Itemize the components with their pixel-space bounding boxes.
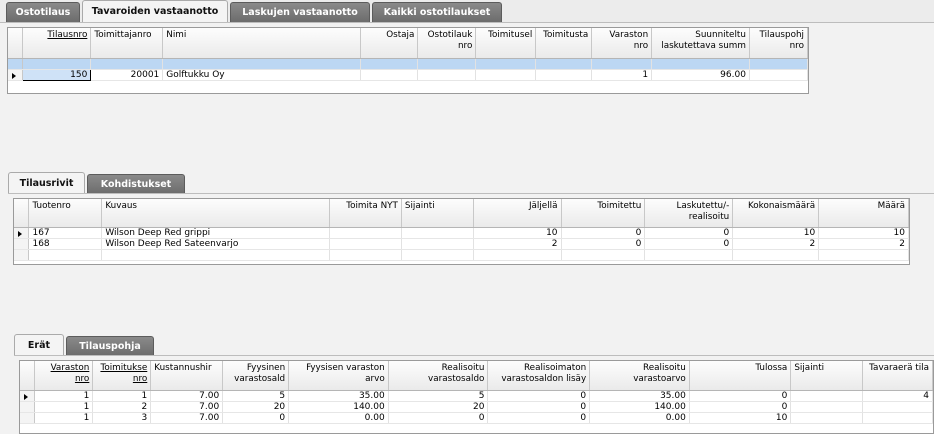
col-sijainti[interactable]: Sijainti	[790, 361, 864, 391]
col-kuvaus[interactable]: Kuvaus	[101, 199, 330, 228]
col-laskutettu[interactable]: Laskutettu/- realisoitu	[644, 199, 734, 228]
col-tilauspohj-nro[interactable]: Tilauspohj nro	[749, 28, 808, 59]
col-toimitus-nro[interactable]: Toimitukse nro	[92, 361, 152, 391]
row-pointer-icon	[20, 390, 36, 402]
col-jaljella[interactable]: Jäljellä	[473, 199, 562, 228]
table-row[interactable]: 167 Wilson Deep Red grippi 10 0 0 10 10	[14, 227, 909, 239]
col-sijainti[interactable]: Sijainti	[401, 199, 474, 228]
col-varaston-nro[interactable]: Varaston nro	[591, 28, 653, 59]
row-pointer-icon	[14, 227, 30, 239]
col-realisoitu-saldo[interactable]: Realisoitu varastosaldo	[388, 361, 489, 391]
col-tavaraera-tila[interactable]: Tavaraerä tila	[862, 361, 933, 391]
table-row[interactable]: 150 20001 Golftukku Oy 1 96.00	[8, 68, 808, 81]
tab-kaikki-ostotilaukset[interactable]: Kaikki ostotilaukset	[372, 2, 502, 22]
col-realisoitu-arvo[interactable]: Realisoitu varastoarvo	[589, 361, 690, 391]
col-ostaja[interactable]: Ostaja	[360, 28, 419, 59]
row-pointer-icon	[8, 69, 24, 81]
col-tuotenro[interactable]: Tuotenro	[28, 199, 103, 228]
table-row[interactable]: 168 Wilson Deep Red Sateenvarjo 2 0 0 2 …	[14, 238, 909, 250]
col-maara[interactable]: Määrä	[818, 199, 909, 228]
tab-tilauspohja[interactable]: Tilauspohja	[66, 336, 154, 356]
col-toimittajanro[interactable]: Toimittajanro	[90, 28, 164, 59]
col-tulossa[interactable]: Tulossa	[689, 361, 792, 391]
col-suunniteltu-summa[interactable]: Suunniteltu laskutettava summ	[651, 28, 750, 59]
orders-grid[interactable]: Tilausnro Toimittajanro Nimi Ostaja Osto…	[7, 27, 809, 94]
tab-erat[interactable]: Erät	[14, 334, 64, 356]
table-row[interactable]: 1 1 7.00 5 35.00 5 0 35.00 0 4	[20, 390, 933, 402]
tab-laskujen-vastaanotto[interactable]: Laskujen vastaanotto	[230, 2, 370, 22]
col-toimitusta[interactable]: Toimitusta	[535, 28, 593, 59]
col-toimita-nyt[interactable]: Toimita NYT	[329, 199, 402, 228]
tab-kohdistukset[interactable]: Kohdistukset	[87, 174, 185, 194]
col-kustannushinta[interactable]: Kustannushir	[150, 361, 224, 391]
col-nimi[interactable]: Nimi	[162, 28, 361, 59]
main-tabstrip: Ostotilaus Tavaroiden vastaanotto Laskuj…	[6, 0, 504, 22]
cell-tilausnro[interactable]: 150	[22, 68, 92, 81]
table-row[interactable]: 1 3 7.00 0 0.00 0 0 0.00 10	[20, 412, 933, 424]
col-realisoimaton-lisays[interactable]: Realisoimaton varastosaldon lisäy	[487, 361, 591, 391]
lots-grid[interactable]: Varaston nro Toimitukse nro Kustannushir…	[19, 360, 934, 434]
table-row[interactable]: 1 2 7.00 20 140.00 20 0 140.00 0	[20, 401, 933, 413]
col-tilausnro[interactable]: Tilausnro	[22, 28, 92, 59]
lots-tabstrip: Erät Tilauspohja	[14, 334, 156, 356]
tab-tavaroiden-vastaanotto[interactable]: Tavaroiden vastaanotto	[82, 0, 228, 22]
col-ostotilauk-nro[interactable]: Ostotilauk nro	[417, 28, 477, 59]
new-row[interactable]	[8, 58, 808, 70]
order-lines-grid[interactable]: Tuotenro Kuvaus Toimita NYT Sijainti Jäl…	[13, 198, 910, 265]
col-kokonaismaara[interactable]: Kokonaismäärä	[732, 199, 820, 228]
col-fyysinen-saldo[interactable]: Fyysinen varastosald	[222, 361, 290, 391]
tab-tilausrivit[interactable]: Tilausrivit	[8, 172, 85, 194]
lines-tabstrip: Tilausrivit Kohdistukset	[8, 172, 187, 194]
tab-ostotilaus[interactable]: Ostotilaus	[6, 2, 80, 22]
col-varaston-nro[interactable]: Varaston nro	[34, 361, 94, 391]
col-toimitettu[interactable]: Toimitettu	[561, 199, 646, 228]
col-toimitusel[interactable]: Toimitusel	[475, 28, 537, 59]
col-fyysisen-arvo[interactable]: Fyysisen varaston arvo	[288, 361, 389, 391]
